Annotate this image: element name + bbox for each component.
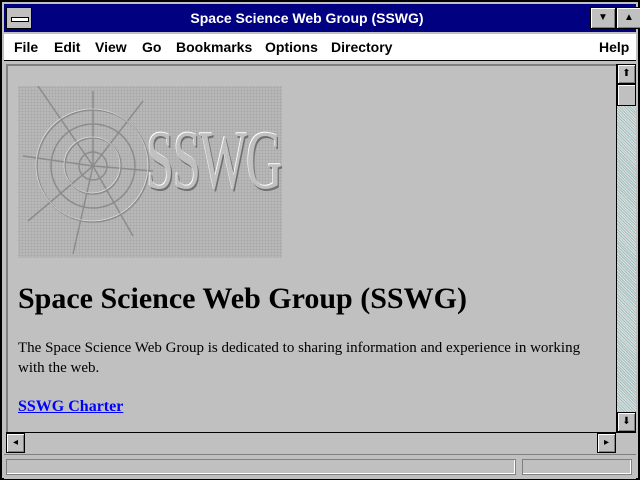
minimize-icon: ▼	[598, 12, 608, 23]
browser-window: Space Science Web Group (SSWG) ▼ ▲ File …	[0, 0, 640, 480]
scroll-right-button[interactable]: ▸	[597, 433, 616, 453]
minimize-button[interactable]: ▼	[590, 7, 616, 29]
menu-bookmarks[interactable]: Bookmarks	[176, 34, 252, 60]
menu-options[interactable]: Options	[265, 34, 318, 60]
scrollbar-corner	[616, 432, 636, 452]
scroll-up-button[interactable]: ⬆	[617, 64, 636, 84]
sswg-charter-link[interactable]: SSWG Charter	[18, 398, 123, 416]
arrow-up-icon: ⬆	[622, 68, 631, 79]
horizontal-scrollbar[interactable]: ◂ ▸	[6, 432, 616, 453]
vertical-scroll-thumb[interactable]	[617, 84, 636, 106]
arrow-right-icon: ▸	[603, 437, 610, 448]
page-title: Space Science Web Group (SSWG)	[18, 282, 467, 315]
arrow-down-icon: ⬇	[622, 416, 631, 427]
menu-go[interactable]: Go	[142, 34, 161, 60]
menu-view[interactable]: View	[95, 34, 127, 60]
menu-bar: File Edit View Go Bookmarks Options Dire…	[4, 34, 636, 61]
scroll-down-button[interactable]: ⬇	[617, 412, 636, 432]
maximize-button[interactable]: ▲	[616, 7, 640, 29]
logo-text: SSWG	[146, 114, 282, 207]
system-menu-icon	[11, 17, 29, 22]
arrow-left-icon: ◂	[12, 437, 19, 448]
menu-help[interactable]: Help	[599, 34, 629, 60]
menu-file[interactable]: File	[14, 34, 38, 60]
title-bar[interactable]: Space Science Web Group (SSWG) ▼ ▲	[4, 4, 640, 32]
scroll-left-button[interactable]: ◂	[6, 433, 25, 453]
status-bar	[4, 454, 636, 479]
system-menu-button[interactable]	[6, 7, 32, 29]
status-text-field	[6, 459, 516, 475]
page-content: SSWG Space Science Web Group (SSWG) The …	[6, 64, 616, 432]
window-title: Space Science Web Group (SSWG)	[190, 10, 424, 26]
sswg-logo: SSWG	[18, 85, 282, 258]
maximize-icon: ▲	[624, 12, 634, 23]
vertical-scrollbar[interactable]: ⬆ ⬇	[616, 64, 636, 432]
menu-edit[interactable]: Edit	[54, 34, 80, 60]
progress-indicator	[522, 459, 632, 475]
intro-paragraph: The Space Science Web Group is dedicated…	[18, 340, 581, 376]
menu-directory[interactable]: Directory	[331, 34, 392, 60]
